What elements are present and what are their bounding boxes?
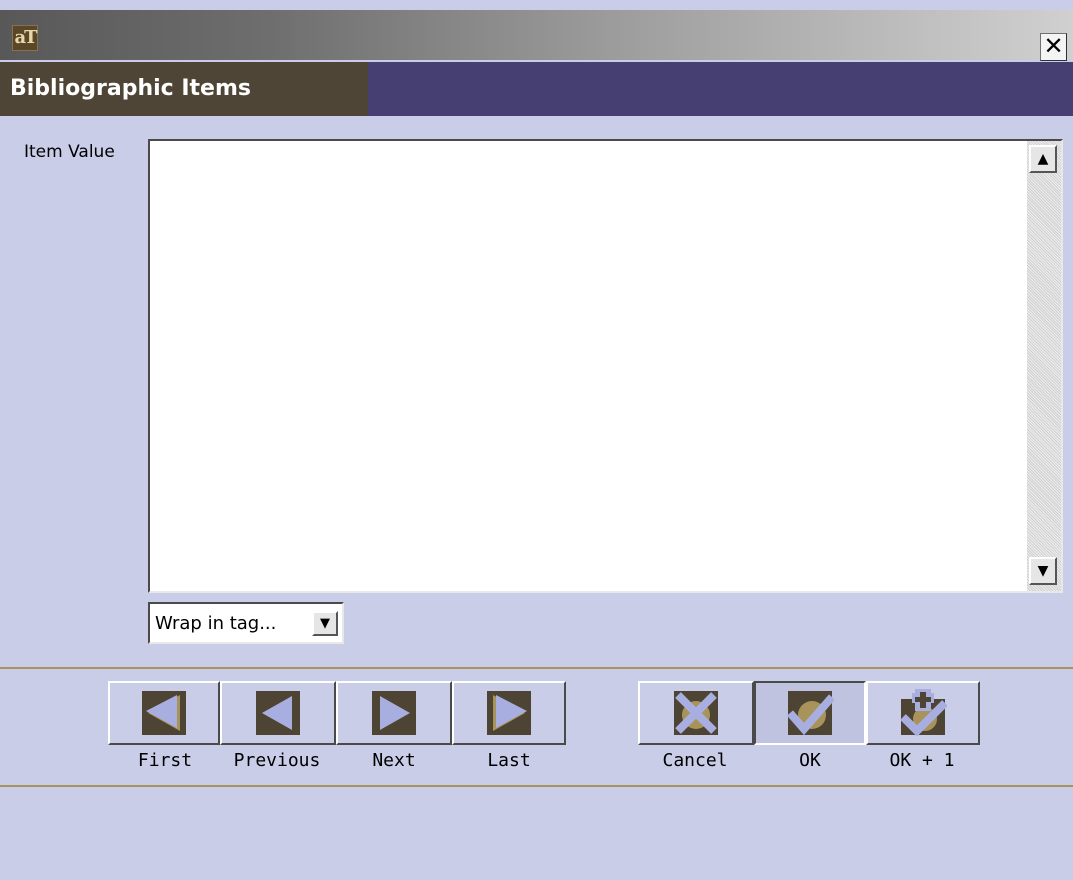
last-label: Last <box>487 750 531 771</box>
previous-label: Previous <box>233 750 321 771</box>
next-button[interactable] <box>336 681 452 745</box>
page-title: Bibliographic Items <box>10 76 251 101</box>
item-value-scrollbar[interactable]: ▲ ▼ <box>1027 141 1061 591</box>
header-accent-panel <box>368 62 1073 116</box>
ok-label: OK <box>799 750 821 771</box>
item-value-textarea[interactable] <box>150 141 1027 591</box>
window-title-bar: aT ✕ <box>0 10 1073 61</box>
header-title-panel: Bibliographic Items <box>0 62 368 116</box>
previous-button[interactable] <box>220 681 336 745</box>
ok-button[interactable] <box>754 681 866 745</box>
last-icon <box>487 691 531 735</box>
ok-icon <box>786 691 834 736</box>
ok-plus-one-label: OK + 1 <box>889 750 955 771</box>
last-button[interactable] <box>452 681 566 745</box>
item-value-field: ▲ ▼ <box>148 139 1063 593</box>
next-icon <box>372 691 416 735</box>
header-band: Bibliographic Items <box>0 62 1073 116</box>
first-button[interactable] <box>108 681 220 745</box>
divider-top <box>0 667 1073 669</box>
wrap-in-tag-dropdown[interactable]: Wrap in tag... ▼ <box>148 602 344 644</box>
previous-icon <box>256 691 300 735</box>
ok-plus-one-button[interactable] <box>866 681 980 745</box>
close-window-button[interactable]: ✕ <box>1040 33 1067 61</box>
dropdown-arrow-button[interactable]: ▼ <box>312 611 338 636</box>
cancel-button[interactable] <box>638 681 754 745</box>
next-label: Next <box>372 750 416 771</box>
cancel-label: Cancel <box>662 750 728 771</box>
cancel-icon <box>674 691 718 735</box>
wrap-in-tag-value: Wrap in tag... <box>155 613 277 634</box>
divider-bottom <box>0 785 1073 787</box>
first-label: First <box>137 750 193 771</box>
item-value-label: Item Value <box>24 142 115 162</box>
scroll-up-button[interactable]: ▲ <box>1029 145 1057 173</box>
first-icon <box>142 691 186 735</box>
ok-plus-one-icon <box>900 689 947 737</box>
scroll-down-button[interactable]: ▼ <box>1029 557 1057 585</box>
app-icon: aT <box>12 25 38 51</box>
